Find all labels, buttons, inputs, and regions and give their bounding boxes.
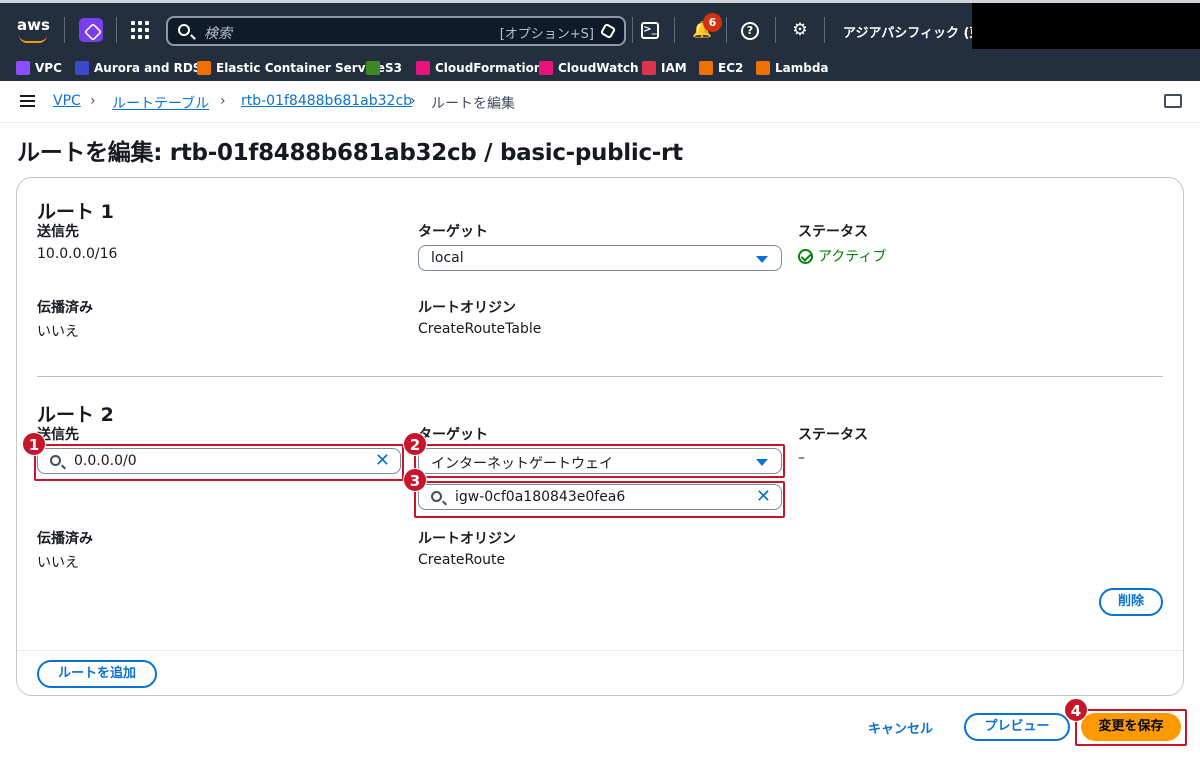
cancel-button[interactable]: キャンセル xyxy=(868,718,933,737)
route-1-target-select: local xyxy=(418,245,782,271)
favorite-label: EC2 xyxy=(718,61,744,75)
chevron-right-icon: › xyxy=(220,93,226,109)
remove-route-button[interactable]: 削除 xyxy=(1099,588,1163,616)
favorite-iam[interactable]: IAM xyxy=(642,59,687,77)
cloudformation-icon xyxy=(416,61,430,75)
favorite-label: CloudFormation xyxy=(435,61,543,75)
notification-count-badge: 6 xyxy=(703,13,722,32)
nav-divider xyxy=(632,17,633,43)
cloudshell-icon[interactable]: >_ xyxy=(641,22,659,39)
route-2-heading: ルート 2 xyxy=(37,404,114,426)
route-1-status-value: アクティブ xyxy=(818,249,887,265)
route-2-status-label: ステータス xyxy=(798,427,868,443)
top-navigation: aws 検索 [オプション+S] >_ 🔔 6 ? ⚙ アジアパシフィック (東… xyxy=(0,0,1200,56)
breadcrumb-current: ルートを編集 xyxy=(431,96,515,112)
favorite-cloudwatch[interactable]: CloudWatch xyxy=(539,59,639,77)
help-icon[interactable]: ? xyxy=(741,22,759,40)
ecs-icon xyxy=(197,61,211,75)
favorite-ecs[interactable]: Elastic Container Service xyxy=(197,59,385,77)
ec2-icon xyxy=(699,61,713,75)
favorite-label: Aurora and RDS xyxy=(94,61,202,75)
iam-icon xyxy=(642,61,656,75)
favorite-aurora-rds[interactable]: Aurora and RDS xyxy=(75,59,201,77)
route-2-propagated-value: いいえ xyxy=(37,555,79,571)
menu-hamburger-icon[interactable] xyxy=(20,95,35,107)
step-badge-3: 3 xyxy=(403,468,427,492)
search-icon xyxy=(178,24,190,36)
highlight-save xyxy=(1075,709,1187,746)
favorite-s3[interactable]: S3 xyxy=(366,59,402,77)
panel-footer-divider xyxy=(17,650,1183,651)
page-title: ルートを編集: rtb-01f8488b681ab32cb / basic-pu… xyxy=(17,140,683,166)
route-2-origin-label: ルートオリジン xyxy=(418,531,516,547)
route-1-status-label: ステータス xyxy=(798,224,868,240)
services-menu-icon[interactable] xyxy=(131,21,149,39)
route-1-propagated-value: いいえ xyxy=(37,324,79,340)
favorite-label: IAM xyxy=(661,61,687,75)
route-1-origin-value: CreateRouteTable xyxy=(418,321,542,337)
favorite-label: CloudWatch xyxy=(558,61,639,75)
highlight-target xyxy=(414,444,785,478)
nav-divider xyxy=(116,17,117,43)
vpc-icon xyxy=(16,61,30,75)
nav-divider xyxy=(726,17,727,43)
check-circle-icon xyxy=(798,248,813,264)
search-shortcut-hint: [オプション+S] xyxy=(499,27,594,42)
aws-smile-icon xyxy=(19,35,47,43)
caret-down-icon xyxy=(756,256,768,263)
favorite-label: Elastic Container Service xyxy=(216,61,385,75)
route-1-status: アクティブ xyxy=(798,246,886,266)
chevron-right-icon: › xyxy=(90,93,96,109)
route-1-origin-label: ルートオリジン xyxy=(418,300,516,316)
cloudwatch-icon xyxy=(539,61,553,75)
nav-divider xyxy=(64,17,65,43)
breadcrumb-route-tables[interactable]: ルートテーブル xyxy=(112,93,209,113)
nav-divider xyxy=(824,17,825,43)
service-shortcut-icon[interactable] xyxy=(79,18,103,42)
breadcrumb-vpc[interactable]: VPC xyxy=(53,93,81,109)
favorite-label: S3 xyxy=(385,61,402,75)
route-2-target-label: ターゲット xyxy=(418,427,488,443)
s3-icon xyxy=(366,61,380,75)
feedback-icon[interactable] xyxy=(1164,94,1182,108)
breadcrumb-route-table-id[interactable]: rtb-01f8488b681ab32cb xyxy=(241,93,412,109)
route-1-propagated-label: 伝播済み xyxy=(37,300,93,316)
route-1-destination-value: 10.0.0.0/16 xyxy=(37,246,118,262)
favorite-cloudformation[interactable]: CloudFormation xyxy=(416,59,542,77)
amazon-q-icon xyxy=(599,22,617,40)
favorite-lambda[interactable]: Lambda xyxy=(756,59,829,77)
favorite-label: Lambda xyxy=(775,61,829,75)
route-1-heading: ルート 1 xyxy=(37,201,114,223)
step-badge-1: 1 xyxy=(22,432,46,456)
route-1-target-label: ターゲット xyxy=(418,224,488,240)
settings-gear-icon[interactable]: ⚙ xyxy=(791,21,809,39)
route-divider xyxy=(37,376,1163,377)
redacted-account-area xyxy=(972,3,1200,49)
favorite-vpc[interactable]: VPC xyxy=(16,59,62,77)
favorites-bar: VPC Aurora and RDS Elastic Container Ser… xyxy=(0,56,1200,81)
favorite-ec2[interactable]: EC2 xyxy=(699,59,743,77)
route-1-target-value: local xyxy=(431,250,464,266)
aws-logo[interactable]: aws xyxy=(16,15,50,45)
lambda-icon xyxy=(756,61,770,75)
add-route-button[interactable]: ルートを追加 xyxy=(37,660,157,688)
nav-divider xyxy=(674,17,675,43)
aws-logo-text: aws xyxy=(17,16,50,34)
highlight-target-id xyxy=(414,481,785,518)
favorite-label: VPC xyxy=(35,61,62,75)
preview-button[interactable]: プレビュー xyxy=(964,713,1070,741)
chevron-right-icon: › xyxy=(410,93,416,109)
search-placeholder: 検索 xyxy=(204,26,232,42)
nav-divider xyxy=(775,17,776,43)
step-badge-2: 2 xyxy=(403,432,427,456)
highlight-destination xyxy=(34,444,404,481)
route-1-destination-label: 送信先 xyxy=(37,224,79,240)
route-2-propagated-label: 伝播済み xyxy=(37,531,93,547)
search-input[interactable]: 検索 [オプション+S] xyxy=(166,16,626,46)
rds-icon xyxy=(75,61,89,75)
route-2-status-value: – xyxy=(798,450,805,466)
route-2-origin-value: CreateRoute xyxy=(418,552,506,568)
step-badge-4: 4 xyxy=(1064,698,1088,722)
